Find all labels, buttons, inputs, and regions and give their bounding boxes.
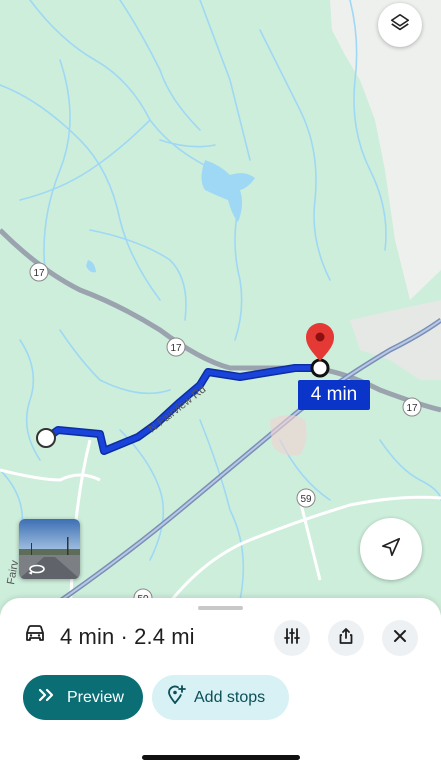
route-shield: 17 [29, 262, 49, 282]
svg-text:17: 17 [406, 403, 418, 414]
360-rotate-icon [28, 562, 46, 579]
preview-button[interactable]: Preview [23, 675, 143, 720]
route-duration-distance: 4 min · 2.4 mi [60, 623, 195, 649]
route-options-button[interactable] [274, 620, 310, 656]
navigation-arrow-icon [380, 536, 402, 563]
recenter-button[interactable] [360, 518, 422, 580]
route-shield: 59 [296, 488, 316, 508]
svg-text:59: 59 [300, 494, 312, 505]
home-indicator[interactable] [142, 755, 300, 760]
drag-handle[interactable] [198, 606, 243, 610]
svg-text:17: 17 [33, 268, 45, 279]
layers-icon [389, 12, 411, 39]
add-stop-pin-icon [166, 685, 186, 710]
route-summary: 4 min · 2.4 mi [23, 623, 195, 650]
street-view-thumbnail[interactable] [19, 519, 80, 579]
preview-label: Preview [67, 688, 124, 706]
svg-text:17: 17 [170, 343, 182, 354]
close-button[interactable] [382, 620, 418, 656]
add-stops-label: Add stops [194, 688, 266, 706]
share-button[interactable] [328, 620, 364, 656]
double-chevron-icon [37, 687, 57, 708]
car-icon [23, 623, 47, 650]
route-shield: 17 [166, 337, 186, 357]
share-icon [337, 627, 355, 650]
layers-button[interactable] [378, 3, 422, 47]
sliders-icon [283, 627, 301, 650]
close-icon [392, 628, 408, 649]
directions-sheet[interactable]: 4 min · 2.4 mi Preview Add stops [0, 598, 441, 768]
eta-chip[interactable]: 4 min [298, 380, 370, 410]
route-shield: 17 [402, 397, 422, 417]
add-stops-button[interactable]: Add stops [152, 675, 289, 720]
